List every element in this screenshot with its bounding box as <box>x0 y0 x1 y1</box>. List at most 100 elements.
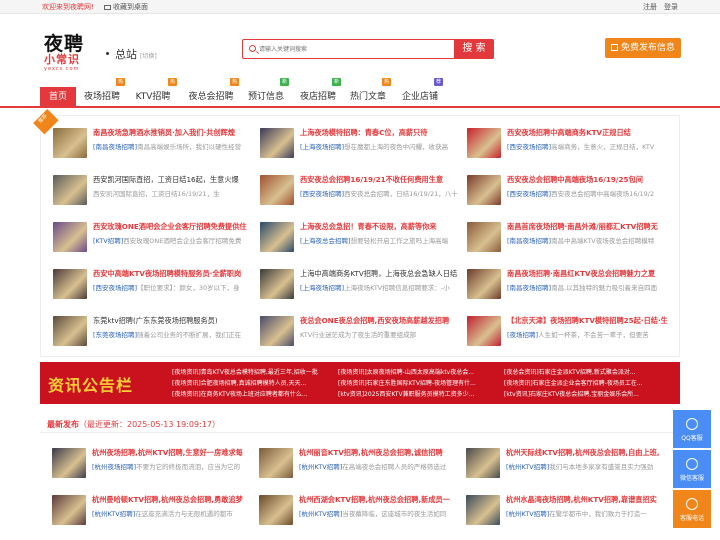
news-link[interactable]: [夜场资讯]石家庄东胜国际KTV招聘-夜场管理有什... <box>338 378 498 387</box>
nav-item-5[interactable]: 夜店招聘新 <box>296 78 341 108</box>
hot-card[interactable]: 南昌夜场急聘酒水推销员·加入我们·共创辉煌 [南昌夜场招聘]南昌高端娱乐场所，我们… <box>53 128 253 168</box>
news-link[interactable]: [夜场资讯]石家庄金派企业会客厅招聘-夜场员工在... <box>504 378 664 387</box>
card-category[interactable]: [南昌夜场招聘] <box>507 237 551 245</box>
thumbnail-image[interactable] <box>467 175 501 205</box>
thumbnail-image[interactable] <box>260 175 294 205</box>
thumbnail-image[interactable] <box>466 495 500 525</box>
login-link[interactable]: 登录 <box>664 2 678 12</box>
card-title[interactable]: 西安玫瑰ONE酒吧会企业会客厅招聘免费提供住 <box>93 222 253 233</box>
add-to-desktop-link[interactable]: 收藏到桌面 <box>104 2 148 12</box>
card-category[interactable]: [西安夜场招聘] <box>93 284 137 292</box>
latest-card[interactable]: 杭州西湖会KTV招聘,杭州夜总会招聘,新成员一 [杭州KTV招聘]当夜幕降临，这座… <box>259 495 459 535</box>
news-link[interactable]: [夜总会资讯]石家庄金派KTV招聘,新式聚会派对... <box>504 367 664 376</box>
card-title[interactable]: 西安夜场招聘中高端商务KTV正规日结 <box>507 128 667 139</box>
news-link[interactable]: [夜场资讯]太原夜场招聘-山西太原高端ktv夜总会... <box>338 367 498 376</box>
hot-card[interactable]: 南昌夜场招聘·南昌红KTV夜总会招聘魅力之夏 [南昌夜场招聘]南昌,以其独特的魅力… <box>467 269 667 309</box>
thumbnail-image[interactable] <box>259 495 293 525</box>
latest-card[interactable]: 杭州水晶湾夜场招聘,杭州KTV招聘,靠谱直招实 [杭州KTV招聘]在繁华都市中，我… <box>466 495 666 535</box>
card-title[interactable]: 杭州西湖会KTV招聘,杭州夜总会招聘,新成员一 <box>299 495 459 506</box>
nav-item-1[interactable]: 夜场招聘热 <box>80 78 125 108</box>
hot-card[interactable]: 西安夜场招聘中高端商务KTV正规日结 [西安夜场招聘]高端商务，生意火，正规日结，… <box>467 128 667 168</box>
side-btn-1[interactable]: 微信客服 <box>673 450 711 488</box>
card-category[interactable]: [南昌夜场招聘] <box>93 143 137 151</box>
card-title[interactable]: 南昌首席夜场招聘·南昌外滩/丽都汇KTV招聘无 <box>507 222 667 233</box>
card-category[interactable]: [杭州KTV招聘] <box>299 463 342 471</box>
news-link[interactable]: [夜场资讯]青岛KTV夜总会模特招聘,最近三年,招收一批 <box>172 367 332 376</box>
nav-item-7[interactable]: 企业店铺荐 <box>398 78 443 108</box>
nav-item-3[interactable]: 夜总会招聘热 <box>184 78 239 108</box>
news-link[interactable]: [ktv资讯]石家庄KTV夜总会招聘,宝丽金娱乐会所... <box>504 389 664 398</box>
card-title[interactable]: 西安中高端KTV夜场招聘模特服务员·全薪职岗 <box>93 269 253 280</box>
card-category[interactable]: [西安夜场招聘] <box>507 143 551 151</box>
thumbnail-image[interactable] <box>467 316 501 346</box>
news-link[interactable]: [夜场资讯]在商务KTV夜场上班对应聘者都有什么... <box>172 389 332 398</box>
search-input[interactable] <box>259 43 449 55</box>
thumbnail-image[interactable] <box>259 448 293 478</box>
card-title[interactable]: 杭州水晶湾夜场招聘,杭州KTV招聘,靠谱直招实 <box>506 495 666 506</box>
card-title[interactable]: 上海中高端商务KTV招聘，上海夜总会急缺人日结 <box>300 269 460 280</box>
card-title[interactable]: 西安夜总会招聘16/19/21不收任何费用生意 <box>300 175 460 186</box>
thumbnail-image[interactable] <box>52 495 86 525</box>
card-category[interactable]: [杭州KTV招聘] <box>506 463 549 471</box>
card-title[interactable]: 杭州丽音KTV招聘,杭州夜总会招聘,诚信招聘 <box>299 448 459 459</box>
card-category[interactable]: [上海夜场招聘] <box>300 284 344 292</box>
card-title[interactable]: 杭州曼哈顿KTV招聘,杭州夜总会招聘,勇敢追梦 <box>92 495 252 506</box>
hot-card[interactable]: 夜总会ONE夜总会招聘,西安夜场高薪越发招聘 KTV行业迷茫成为了夜生活的重要组成… <box>260 316 460 356</box>
card-title[interactable]: 东莞ktv招聘(广东东莞夜场招聘服务员) <box>93 316 253 327</box>
hot-card[interactable]: 西安中高端KTV夜场招聘模特服务员·全薪职岗 [西安夜场招聘]【职位要求】：颜女，… <box>53 269 253 309</box>
card-title[interactable]: 西安凯河国际直招，工资日结16起，生意火爆 <box>93 175 253 186</box>
thumbnail-image[interactable] <box>467 269 501 299</box>
card-category[interactable]: [杭州夜场招聘] <box>92 463 136 471</box>
hot-card[interactable]: 上海夜场模特招聘：青春C位，高薪只待 [上海夜场招聘]想在魔都上海的夜色中闪耀，收… <box>260 128 460 168</box>
card-title[interactable]: 上海夜总会急招！青春不设限，高薪等你来 <box>300 222 460 233</box>
site-switch[interactable]: 总站 [切换] <box>106 46 157 62</box>
card-category[interactable]: [西安夜场招聘] <box>507 190 551 198</box>
side-btn-2[interactable]: 客服电话 <box>673 490 711 528</box>
nav-item-6[interactable]: 热门文章热 <box>346 78 391 108</box>
card-title[interactable]: 南昌夜场招聘·南昌红KTV夜总会招聘魅力之夏 <box>507 269 667 280</box>
news-link[interactable]: [夜场资讯]合肥夜场招聘,真诚招聘模特人员,天天... <box>172 378 332 387</box>
card-title[interactable]: 上海夜场模特招聘：青春C位，高薪只待 <box>300 128 460 139</box>
hot-card[interactable]: 【北京天津】夜场招聘KTV模特招聘25起·日结·生 [夜场招聘]人生如一杯茶，不会… <box>467 316 667 356</box>
card-title[interactable]: 杭州天际线KTV招聘,杭州夜总会招聘,自由上班, <box>506 448 666 459</box>
thumbnail-image[interactable] <box>467 222 501 252</box>
card-title[interactable]: 杭州夜场招聘,杭州KTV招聘,生意好一房难求每 <box>92 448 252 459</box>
free-publish-button[interactable]: 免费发布信息 <box>605 38 681 58</box>
thumbnail-image[interactable] <box>260 316 294 346</box>
card-category[interactable]: [杭州KTV招聘] <box>299 510 342 518</box>
card-category[interactable]: [杭州KTV招聘] <box>92 510 135 518</box>
hot-card[interactable]: 东莞ktv招聘(广东东莞夜场招聘服务员) [东莞夜场招聘]随着公司业务的不断扩展，… <box>53 316 253 356</box>
register-link[interactable]: 注册 <box>643 2 657 12</box>
thumbnail-image[interactable] <box>260 269 294 299</box>
side-btn-0[interactable]: QQ客服 <box>673 410 711 448</box>
card-category[interactable]: [上海夜场招聘] <box>300 143 344 151</box>
hot-card[interactable]: 西安夜总会招聘16/19/21不收任何费用生意 [西安夜场招聘]西安夜总会招聘，日… <box>260 175 460 215</box>
thumbnail-image[interactable] <box>53 316 87 346</box>
card-title[interactable]: 夜总会ONE夜总会招聘,西安夜场高薪越发招聘 <box>300 316 460 327</box>
hot-card[interactable]: 西安凯河国际直招，工资日结16起，生意火爆 西安凯河国际直招，工资日结16/19/… <box>53 175 253 215</box>
hot-card[interactable]: 南昌首席夜场招聘·南昌外滩/丽都汇KTV招聘无 [南昌夜场招聘]南昌中高端KTV夜… <box>467 222 667 262</box>
thumbnail-image[interactable] <box>260 128 294 158</box>
latest-card[interactable]: 杭州曼哈顿KTV招聘,杭州夜总会招聘,勇敢追梦 [杭州KTV招聘]在这座充满活力与… <box>52 495 252 535</box>
hot-card[interactable]: 西安夜总会招聘中高端夜场16/19/25包间 [西安夜场招聘]西安夜总会招聘中高端… <box>467 175 667 215</box>
latest-card[interactable]: 杭州天际线KTV招聘,杭州夜总会招聘,自由上班, [杭州KTV招聘]我们与本地多家… <box>466 448 666 488</box>
latest-card[interactable]: 杭州夜场招聘,杭州KTV招聘,生意好一房难求每 [杭州夜场招聘]不要为它的终极而流… <box>52 448 252 488</box>
card-category[interactable]: [杭州KTV招聘] <box>506 510 549 518</box>
hot-card[interactable]: 上海夜总会急招！青春不设限，高薪等你来 [上海夜总会招聘]想要轻松开启工作之旅吗上… <box>260 222 460 262</box>
hot-card[interactable]: 西安玫瑰ONE酒吧会企业会客厅招聘免费提供住 [KTV招聘]西安玫瑰ONE酒吧会企… <box>53 222 253 262</box>
nav-item-0[interactable]: 首页 <box>40 87 76 108</box>
thumbnail-image[interactable] <box>466 448 500 478</box>
thumbnail-image[interactable] <box>467 128 501 158</box>
thumbnail-image[interactable] <box>53 128 87 158</box>
news-link[interactable]: [ktv资讯]2025西安KTV兼职服务员模特工资多少... <box>338 389 498 398</box>
card-category[interactable]: [夜场招聘] <box>507 331 538 339</box>
thumbnail-image[interactable] <box>53 222 87 252</box>
card-category[interactable]: [南昌夜场招聘] <box>507 284 551 292</box>
card-title[interactable]: 西安夜总会招聘中高端夜场16/19/25包间 <box>507 175 667 186</box>
card-category[interactable]: [东莞夜场招聘] <box>93 331 137 339</box>
thumbnail-image[interactable] <box>53 175 87 205</box>
card-title[interactable]: 南昌夜场急聘酒水推销员·加入我们·共创辉煌 <box>93 128 253 139</box>
card-category[interactable]: [西安夜场招聘] <box>300 190 344 198</box>
nav-item-4[interactable]: 预订信息新 <box>244 78 289 108</box>
latest-card[interactable]: 杭州丽音KTV招聘,杭州夜总会招聘,诚信招聘 [杭州KTV招聘]在高端夜总会招聘人… <box>259 448 459 488</box>
